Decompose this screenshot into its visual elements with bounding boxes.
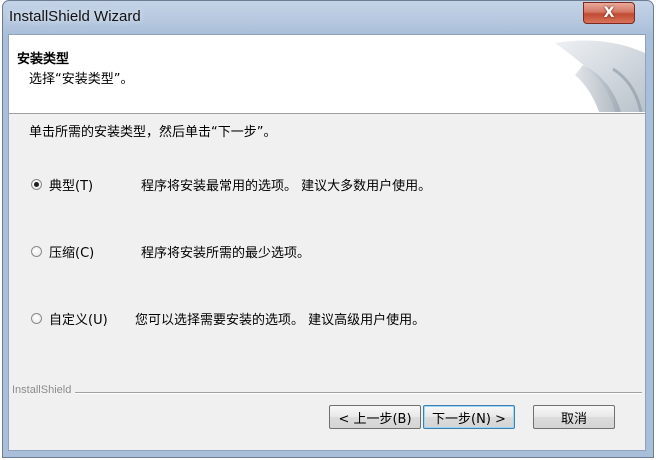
installer-window: InstallShield Wizard X 安装类型 选择“安装类型”。 单击… (2, 0, 654, 458)
brand-separator: InstallShield (9, 384, 645, 398)
close-button[interactable]: X (583, 2, 635, 24)
radio-custom[interactable] (31, 313, 42, 324)
option-typical-description: 程序将安装最常用的选项。 建议大多数用户使用。 (141, 179, 432, 194)
option-custom-label[interactable]: 自定义(U) (49, 309, 108, 328)
window-title: InstallShield Wizard (9, 8, 141, 25)
title-bar[interactable]: InstallShield Wizard X (3, 1, 653, 34)
option-compact-description: 程序将安装所需的最少选项。 (141, 246, 311, 261)
radio-compact[interactable] (31, 246, 42, 257)
option-typical[interactable]: 典型(T) (31, 175, 93, 194)
dialog-body: 安装类型 选择“安装类型”。 单击所需的安装类型，然后单击“下一步”。 典型(T… (8, 34, 646, 451)
option-compact[interactable]: 压缩(C) (31, 242, 94, 261)
separator-line (75, 392, 642, 394)
option-typical-label[interactable]: 典型(T) (49, 175, 93, 194)
back-button[interactable]: < 上一步(B) (329, 405, 421, 429)
wizard-header: 安装类型 选择“安装类型”。 (9, 35, 645, 114)
radio-typical[interactable] (31, 179, 42, 190)
page-subtitle: 选择“安装类型”。 (29, 72, 134, 87)
option-custom-description: 您可以选择需要安装的选项。 建议高级用户使用。 (135, 313, 426, 328)
instruction-text: 单击所需的安装类型，然后单击“下一步”。 (29, 125, 277, 140)
option-compact-label[interactable]: 压缩(C) (49, 242, 94, 261)
installshield-header-graphic (555, 40, 645, 112)
next-button[interactable]: 下一步(N) > (423, 405, 515, 429)
cancel-button[interactable]: 取消 (533, 405, 615, 429)
page-title: 安装类型 (17, 52, 70, 67)
option-custom[interactable]: 自定义(U) (31, 309, 108, 328)
installshield-brand: InstallShield (12, 384, 76, 396)
close-icon: X (603, 5, 615, 21)
